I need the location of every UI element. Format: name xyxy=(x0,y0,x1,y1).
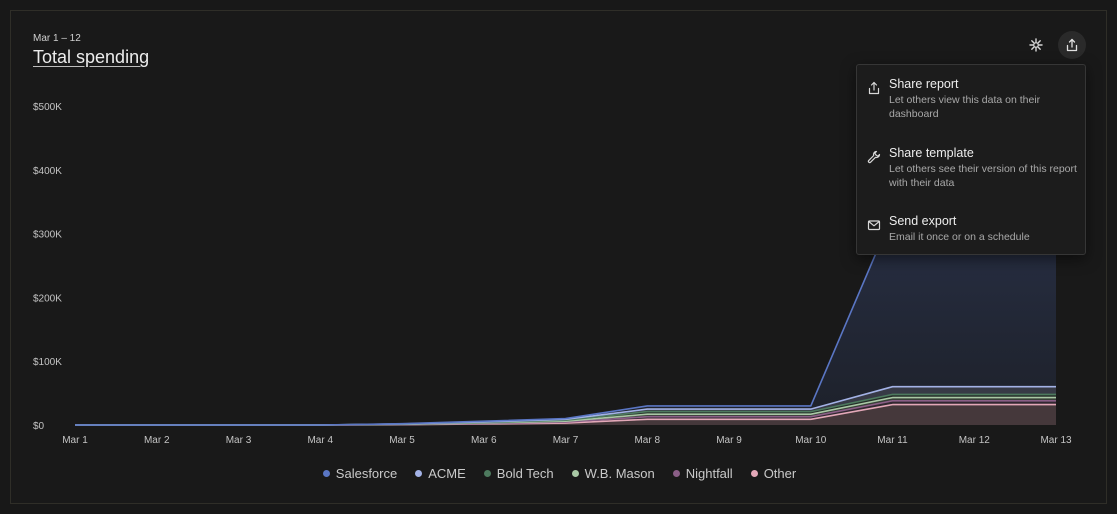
legend-item[interactable]: ACME xyxy=(415,466,466,481)
mail-icon xyxy=(867,220,881,231)
legend-label: Salesforce xyxy=(335,466,398,481)
legend-item[interactable]: Bold Tech xyxy=(483,466,554,481)
x-tick-label: Mar 12 xyxy=(959,435,991,446)
x-tick-label: Mar 2 xyxy=(144,435,170,446)
x-tick-label: Mar 9 xyxy=(716,435,742,446)
x-tick-label: Mar 1 xyxy=(62,435,88,446)
legend-swatch xyxy=(672,470,680,477)
y-tick-label: $200K xyxy=(33,293,62,304)
x-tick-label: Mar 10 xyxy=(795,435,827,446)
wrench-icon xyxy=(867,150,881,164)
y-tick-label: $400K xyxy=(33,166,62,177)
menu-item-description: Email it once or on a schedule xyxy=(889,231,1030,243)
legend-item[interactable]: W.B. Mason xyxy=(571,466,655,481)
legend-swatch xyxy=(750,470,758,477)
legend-item[interactable]: Nightfall xyxy=(672,466,733,481)
x-tick-label: Mar 6 xyxy=(471,435,497,446)
menu-item-title: Share template xyxy=(889,146,974,160)
x-tick-label: Mar 8 xyxy=(634,435,660,446)
legend-label: Nightfall xyxy=(685,466,733,481)
menu-item-description: Let others see their version of this rep… xyxy=(889,163,1077,189)
menu-item-share-template[interactable]: Share template Let others see their vers… xyxy=(857,146,1085,192)
chart-legend: Salesforce ACME Bold Tech W.B. Mason Nightfa… xyxy=(11,466,1108,481)
legend-label: Bold Tech xyxy=(496,466,554,481)
legend-swatch xyxy=(483,470,491,477)
x-tick-label: Mar 11 xyxy=(877,435,908,446)
legend-label: ACME xyxy=(428,466,466,481)
legend-swatch xyxy=(571,470,579,477)
menu-item-description: Let others view this data on their dashb… xyxy=(889,94,1041,120)
y-tick-label: $100K xyxy=(33,357,62,368)
legend-item[interactable]: Other xyxy=(750,466,797,481)
x-tick-label: Mar 13 xyxy=(1040,435,1072,446)
y-tick-label: $300K xyxy=(33,230,62,241)
spending-card: Mar 1 – 12 Total spending $0 $100K $200K $3… xyxy=(10,10,1107,504)
x-tick-label: Mar 5 xyxy=(389,435,415,446)
legend-swatch xyxy=(322,470,330,477)
menu-item-title: Share report xyxy=(889,77,959,91)
menu-item-title: Send export xyxy=(889,214,957,228)
menu-item-share-report[interactable]: Share report Let others view this data o… xyxy=(857,77,1085,123)
legend-label: Other xyxy=(763,466,797,481)
y-tick-label: $0 xyxy=(33,421,45,432)
x-tick-label: Mar 7 xyxy=(553,435,579,446)
menu-item-send-export[interactable]: Send export Email it once or on a schedu… xyxy=(857,214,1085,248)
legend-label: W.B. Mason xyxy=(584,466,655,481)
legend-item[interactable]: Salesforce xyxy=(322,466,398,481)
share-icon xyxy=(868,81,880,95)
x-tick-label: Mar 4 xyxy=(307,435,333,446)
x-tick-label: Mar 3 xyxy=(226,435,252,446)
legend-swatch xyxy=(415,470,423,477)
share-menu: Share report Let others view this data o… xyxy=(856,64,1086,255)
y-tick-label: $500K xyxy=(33,102,62,113)
